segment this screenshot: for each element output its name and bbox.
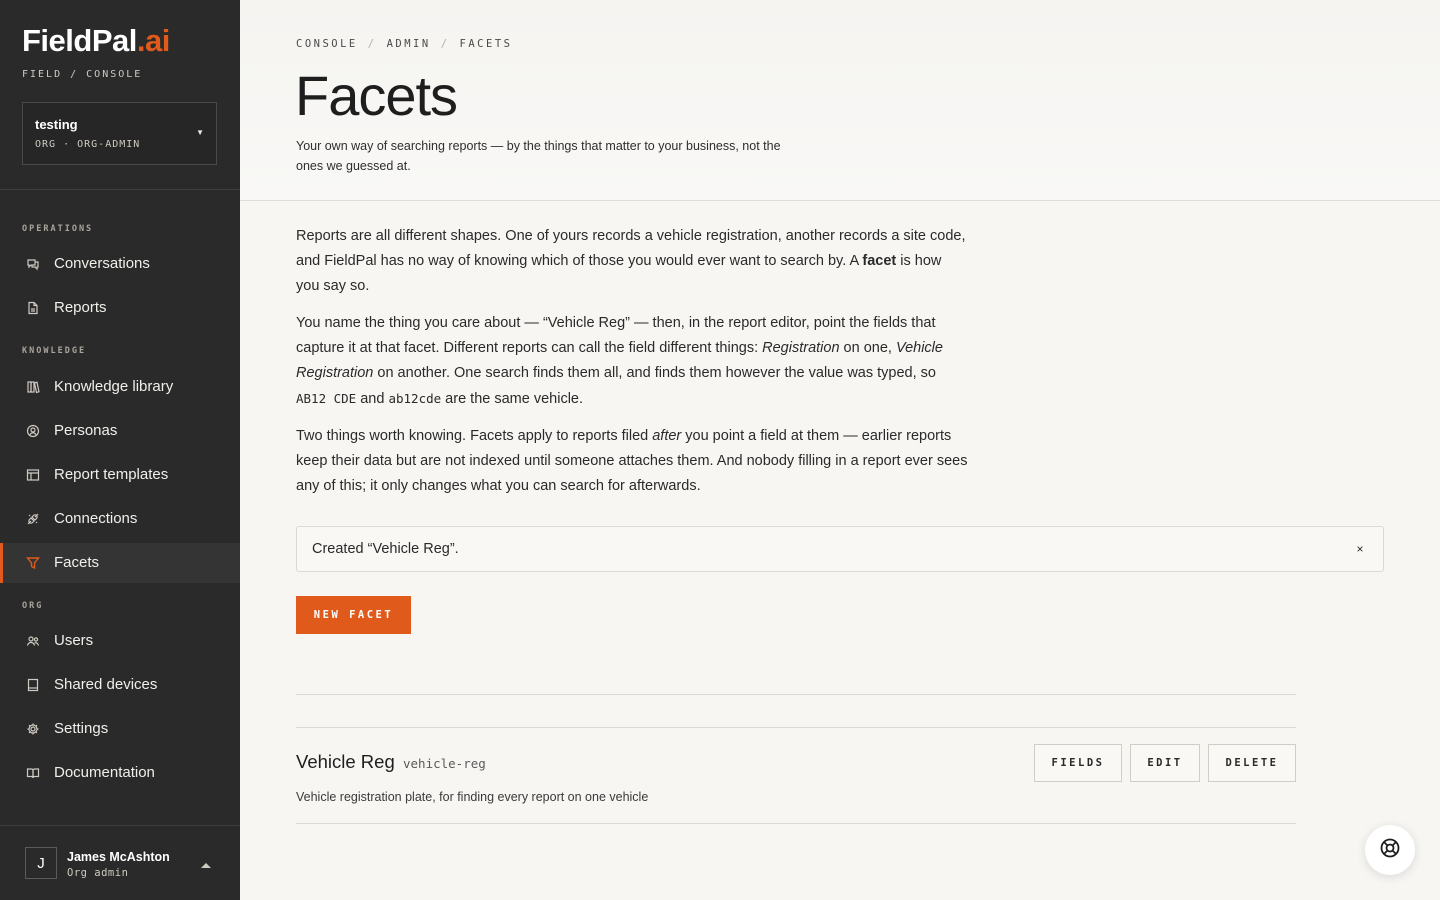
chat-bubbles-icon [26, 257, 40, 271]
page-title: Facets [295, 64, 458, 127]
gear-icon [26, 722, 40, 736]
brand-logo[interactable]: FieldPal.ai [22, 24, 170, 58]
book-open-icon [26, 766, 40, 780]
user-name: James McAshton [67, 850, 170, 864]
divider [296, 823, 1296, 824]
users-icon [26, 634, 40, 648]
sidebar-item-personas[interactable]: Personas [0, 411, 240, 451]
divider [296, 694, 1296, 695]
sidebar-item-report-templates[interactable]: Report templates [0, 455, 240, 495]
sidebar-divider [0, 189, 240, 190]
sidebar-item-shared-devices[interactable]: Shared devices [0, 665, 240, 705]
template-icon [26, 468, 40, 482]
page-header: CONSOLE / ADMIN / FACETS Facets Your own… [240, 0, 1440, 201]
breadcrumb-admin[interactable]: ADMIN [387, 38, 431, 50]
breadcrumb-facets: FACETS [459, 38, 513, 50]
facet-description: Vehicle registration plate, for finding … [296, 790, 649, 804]
device-icon [26, 678, 40, 692]
intro-paragraph: Two things worth knowing. Facets apply t… [296, 428, 968, 494]
sidebar-item-users[interactable]: Users [0, 621, 240, 661]
sidebar-item-label: Facets [54, 554, 100, 571]
sidebar-item-label: Documentation [54, 764, 155, 781]
nav-section-operations: OPERATIONS [22, 224, 94, 234]
delete-button[interactable]: DELETE [1208, 744, 1296, 782]
intro-paragraph: You name the thing you care about — “Veh… [296, 315, 943, 407]
sidebar: FieldPal.ai FIELD / CONSOLE testing ORG … [0, 0, 240, 900]
intro-text: Reports are all different shapes. One of… [296, 224, 968, 511]
books-icon [26, 380, 40, 394]
caret-down-icon: ▼ [196, 128, 204, 137]
sidebar-item-label: Personas [54, 422, 118, 439]
chevron-up-icon [200, 858, 212, 868]
new-facet-button[interactable]: NEW FACET [296, 596, 411, 634]
sidebar-item-connections[interactable]: Connections [0, 499, 240, 539]
facet-row: Vehicle Reg vehicle-reg Vehicle registra… [296, 728, 1296, 823]
edit-button[interactable]: EDIT [1130, 744, 1200, 782]
success-toast: Created “Vehicle Reg”. × [296, 526, 1384, 572]
sidebar-item-label: Shared devices [54, 676, 158, 693]
document-icon [26, 301, 40, 315]
intro-paragraph: Reports are all different shapes. One of… [296, 228, 966, 294]
sidebar-item-label: Conversations [54, 255, 150, 272]
sidebar-item-label: Connections [54, 510, 138, 527]
brand-subtitle: FIELD / CONSOLE [22, 69, 143, 80]
close-icon[interactable]: × [1351, 540, 1369, 558]
org-name: testing [35, 117, 78, 132]
sidebar-item-label: Report templates [54, 466, 169, 483]
lifebuoy-icon [1379, 837, 1401, 864]
fields-button[interactable]: FIELDS [1034, 744, 1122, 782]
sidebar-item-label: Knowledge library [54, 378, 174, 395]
avatar: J [25, 847, 57, 879]
user-menu[interactable]: J James McAshton Org admin [0, 826, 240, 900]
org-switcher[interactable]: testing ORG · ORG-ADMIN ▼ [22, 102, 217, 165]
sidebar-item-documentation[interactable]: Documentation [0, 753, 240, 793]
facet-name: Vehicle Reg [296, 751, 395, 772]
main-content: CONSOLE / ADMIN / FACETS Facets Your own… [240, 0, 1440, 900]
help-button[interactable] [1365, 825, 1415, 875]
sidebar-item-conversations[interactable]: Conversations [0, 244, 240, 284]
persona-icon [26, 424, 40, 438]
plug-icon [26, 512, 40, 526]
filter-icon [26, 556, 40, 570]
sidebar-item-settings[interactable]: Settings [0, 709, 240, 749]
breadcrumb-separator: / [440, 38, 450, 50]
org-meta: ORG · ORG-ADMIN [35, 139, 141, 150]
sidebar-item-label: Reports [54, 299, 107, 316]
breadcrumb: CONSOLE / ADMIN / FACETS [296, 38, 512, 50]
facet-slug: vehicle-reg [403, 756, 486, 771]
sidebar-item-label: Settings [54, 720, 109, 737]
breadcrumb-separator: / [367, 38, 377, 50]
nav-section-org: ORG [22, 601, 44, 611]
user-role: Org admin [67, 867, 129, 879]
page-subtitle: Your own way of searching reports — by t… [296, 139, 781, 173]
toast-message: Created “Vehicle Reg”. [312, 541, 459, 557]
breadcrumb-console[interactable]: CONSOLE [296, 38, 358, 50]
sidebar-item-knowledge-library[interactable]: Knowledge library [0, 367, 240, 407]
sidebar-item-reports[interactable]: Reports [0, 288, 240, 328]
sidebar-item-facets[interactable]: Facets [0, 543, 240, 583]
sidebar-item-label: Users [54, 632, 94, 649]
nav-section-knowledge: KNOWLEDGE [22, 346, 87, 356]
